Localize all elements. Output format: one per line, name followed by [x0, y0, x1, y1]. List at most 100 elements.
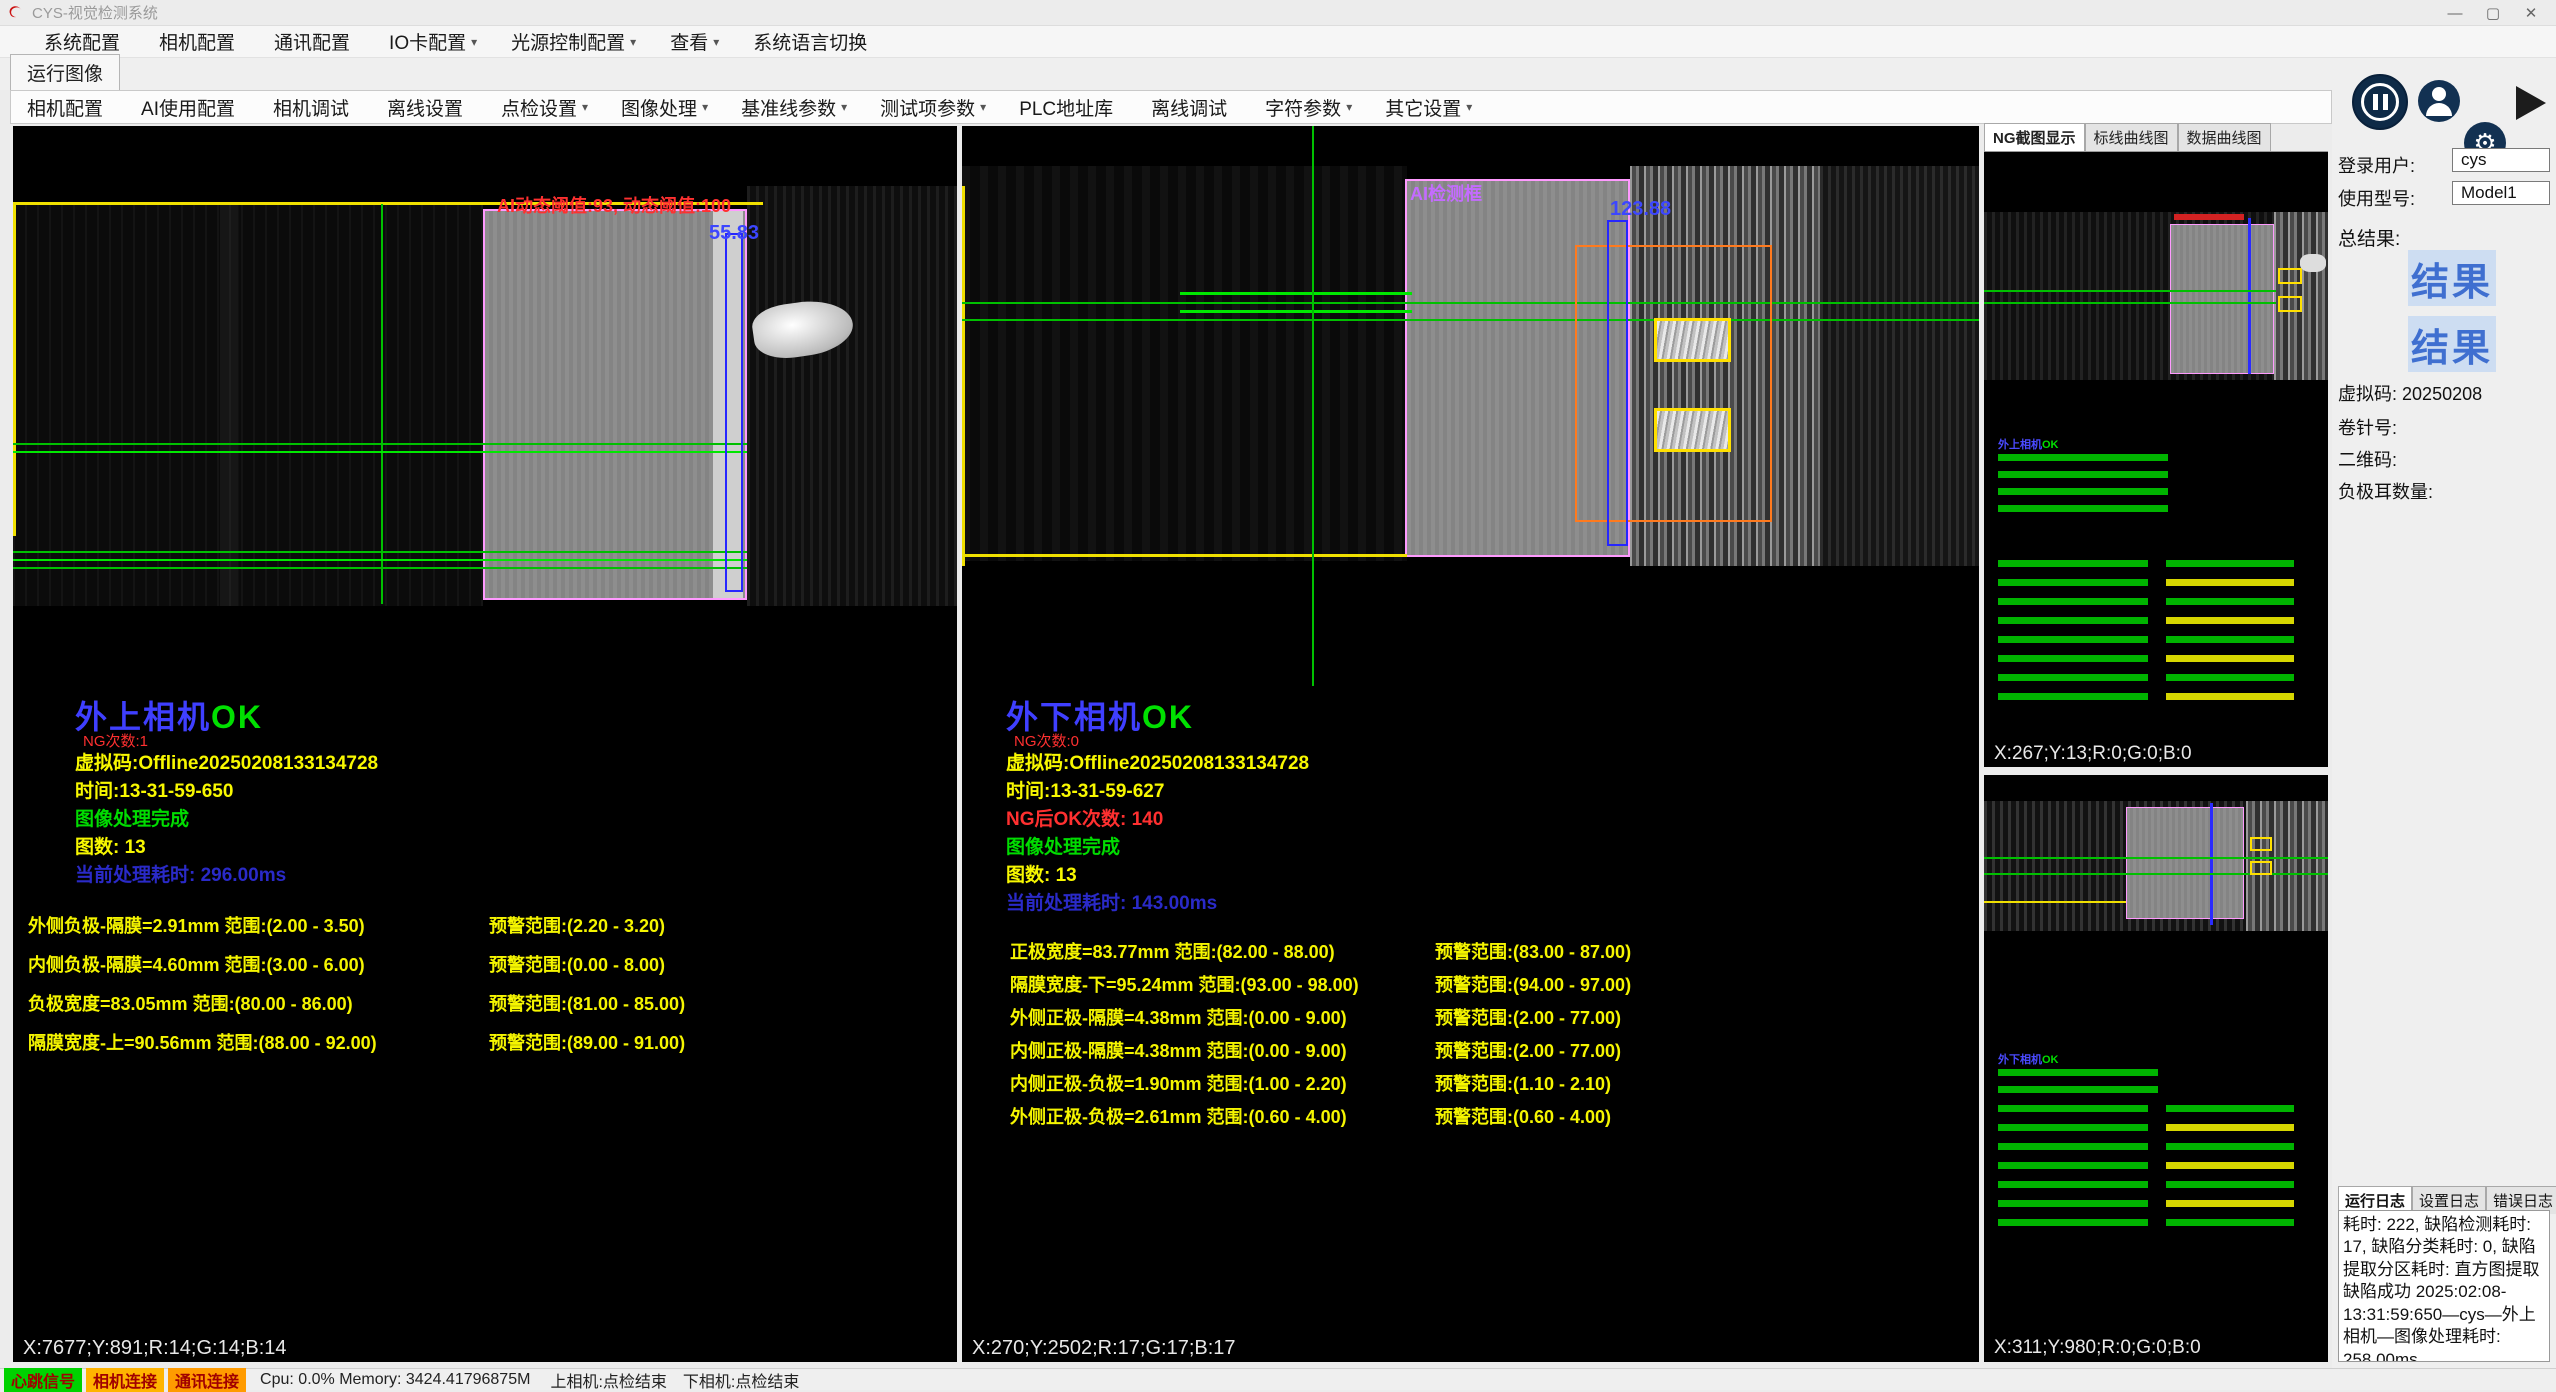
heartbeat-indicator: 心跳信号 [4, 1368, 82, 1392]
mini-yellow-box [2250, 861, 2272, 875]
ng-thumbnail-upper[interactable]: 外上相机OK [1984, 152, 2328, 741]
baseline-vertical [13, 202, 16, 536]
model-label: 使用型号: [2338, 185, 2415, 211]
measure-line [962, 319, 1979, 321]
yellow-detect-box [1654, 408, 1731, 452]
lower-camera-status: 下相机:点检结束 [683, 1368, 799, 1392]
process-done-text: 图像处理完成 [75, 804, 189, 831]
menu-bar: 系统配置 相机配置 通讯配置 IO卡配置▾ 光源控制配置▾ 查看▾ 系统语言切换 [0, 26, 2556, 58]
process-done-text: 图像处理完成 [1006, 832, 1120, 859]
ng-thumbnail-lower[interactable]: 外下相机OK [1984, 775, 2328, 1334]
maximize-button[interactable]: ▢ [2474, 0, 2512, 26]
measurement-list: 外侧负极-隔膜=2.91mm 范围:(2.00 - 3.50)预警范围:(2.2… [28, 912, 948, 1068]
menu-comm-config[interactable]: 通讯配置 [274, 28, 355, 55]
measure-line-vertical [381, 204, 383, 604]
mini-red-text [2174, 214, 2244, 220]
tool-plc-address-lib[interactable]: PLC地址库 [1019, 94, 1118, 121]
tool-test-item-params[interactable]: 测试项参数▾ [880, 94, 986, 121]
metal-texture-dark [1820, 166, 1979, 566]
pause-icon [2361, 83, 2399, 121]
menu-camera-config[interactable]: 相机配置 [159, 28, 240, 55]
tab-ng-display[interactable]: NG截图显示 [1984, 123, 2085, 151]
view-tab-row: 运行图像 [0, 58, 2556, 90]
mini-scene [1984, 212, 2328, 380]
tool-offline-debug[interactable]: 离线调试 [1151, 94, 1232, 121]
tool-camera-config[interactable]: 相机配置 [27, 94, 108, 121]
mini-green-line [1984, 302, 2276, 304]
model-field[interactable]: Model1 [2452, 181, 2550, 205]
tool-char-params[interactable]: 字符参数▾ [1265, 94, 1352, 121]
tool-spotcheck-setting[interactable]: 点检设置▾ [501, 94, 588, 121]
frame-count-text: 图数: 13 [1006, 860, 1077, 887]
comm-link-indicator: 通讯连接 [168, 1368, 246, 1392]
qr-code-label: 二维码: [2338, 446, 2397, 472]
measure-value: 55.83 [709, 222, 759, 245]
yellow-detect-box [1654, 318, 1731, 362]
ng-sidebar: NG截图显示 标线曲线图 数据曲线图 外上相机OK X:267;Y:13;R:0… [1984, 126, 2328, 1362]
mini-green-line [1984, 857, 2328, 859]
left-camera-view: AI动态阈值:93, 动态阈值:100 55.83 外上相机OK NG次数:1 … [13, 126, 957, 1334]
upper-camera-status: 上相机:点检结束 [550, 1368, 666, 1392]
tool-camera-debug[interactable]: 相机调试 [273, 94, 354, 121]
window-controls: — ▢ ✕ [2436, 0, 2550, 26]
blue-detect-rect [1607, 220, 1628, 546]
machine-texture [13, 204, 483, 606]
menu-system-config[interactable]: 系统配置 [44, 28, 125, 55]
user-button[interactable] [2418, 80, 2460, 122]
tool-image-processing[interactable]: 图像处理▾ [621, 94, 708, 121]
sidebar-tabs: NG截图显示 标线曲线图 数据曲线图 [1984, 126, 2328, 152]
menu-light-control-config[interactable]: 光源控制配置▾ [511, 28, 636, 55]
mini-camera-title: 外上相机OK [1998, 436, 2059, 452]
baseline-vertical [962, 186, 965, 566]
menu-io-card-config[interactable]: IO卡配置▾ [389, 28, 477, 55]
measure-value: 123.88 [1610, 198, 1671, 221]
mini-text-column [1998, 560, 2148, 712]
menu-language-switch[interactable]: 系统语言切换 [753, 28, 872, 55]
elapsed-text: 当前处理耗时: 296.00ms [75, 860, 286, 887]
title-bar: CYS-视觉检测系统 — ▢ ✕ [0, 0, 2556, 26]
tool-baseline-params[interactable]: 基准线参数▾ [741, 94, 847, 121]
virtual-code-text: 虚拟码:Offline20250208133134728 [1006, 748, 1309, 775]
tab-count-label: 负极耳数量: [2338, 478, 2433, 504]
mini-text-column [2166, 1105, 2294, 1227]
mini-camera-title: 外下相机OK [1998, 1051, 2059, 1067]
run-arrow-button[interactable] [2516, 86, 2546, 120]
machine-texture [747, 186, 957, 606]
time-text: 时间:13-31-59-650 [75, 776, 233, 803]
tab-line-curve[interactable]: 标线曲线图 [2085, 123, 2178, 151]
tool-ai-use-config[interactable]: AI使用配置 [141, 94, 240, 121]
toolbar: 相机配置 AI使用配置 相机调试 离线设置 点检设置▾ 图像处理▾ 基准线参数▾… [10, 90, 2332, 124]
login-user-field[interactable]: cys [2452, 148, 2550, 172]
pause-button[interactable] [2352, 74, 2408, 130]
cpu-memory-text: Cpu: 0.0% Memory: 3424.41796875M [260, 1371, 530, 1389]
minimize-button[interactable]: — [2436, 0, 2474, 26]
measure-line [13, 443, 747, 445]
mini-electrode [2126, 807, 2244, 919]
run-log-text: 耗时: 222, 缺陷检测耗时: 17, 缺陷分类耗时: 0, 缺陷提取分区耗时… [2338, 1210, 2550, 1362]
thumbnail-upper-coords: X:267;Y:13;R:0;G:0;B:0 [1984, 741, 2328, 767]
measurement-row: 内侧正极-隔膜=4.38mm 范围:(0.00 - 9.00)预警范围:(2.0… [1010, 1037, 1970, 1070]
right-camera-view: AI检测框 123.88 外下相机OK NG次数:0 虚拟码:Offline20… [962, 126, 1979, 1334]
virtual-code-value: 20250208 [2402, 384, 2482, 404]
left-camera-coords: X:7677;Y:891;R:14;G:14;B:14 [13, 1334, 957, 1362]
camera-link-indicator: 相机连接 [86, 1368, 164, 1392]
window-title: CYS-视觉检测系统 [32, 2, 158, 23]
tool-offline-setting[interactable]: 离线设置 [387, 94, 468, 121]
measure-line [962, 302, 1979, 304]
mini-text-column [2166, 560, 2294, 712]
mini-yellow-line [1984, 901, 2126, 903]
measurement-row: 外侧正极-负极=2.61mm 范围:(0.60 - 4.00)预警范围:(0.6… [1010, 1103, 1970, 1136]
tool-other-settings[interactable]: 其它设置▾ [1385, 94, 1472, 121]
measurement-row: 外侧负极-隔膜=2.91mm 范围:(2.00 - 3.50)预警范围:(2.2… [28, 912, 948, 951]
mini-blue-line [2248, 218, 2251, 374]
close-button[interactable]: ✕ [2512, 0, 2550, 26]
total-result-label: 总结果: [2338, 224, 2400, 251]
mini-yellow-box [2278, 268, 2302, 284]
menu-view[interactable]: 查看▾ [670, 28, 719, 55]
tab-data-curve[interactable]: 数据曲线图 [2178, 123, 2271, 151]
tab-run-image[interactable]: 运行图像 [10, 54, 120, 90]
measurement-row: 内侧负极-隔膜=4.60mm 范围:(3.00 - 6.00)预警范围:(0.0… [28, 951, 948, 990]
mini-green-line [1984, 873, 2328, 875]
baseline-horizontal [962, 554, 1407, 557]
mini-text-column [1998, 1105, 2148, 1227]
